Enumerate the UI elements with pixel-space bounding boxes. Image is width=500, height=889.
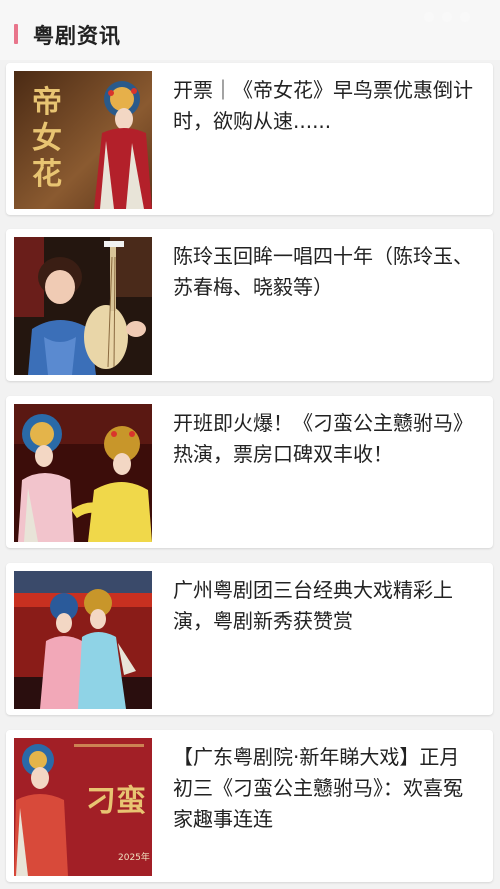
section-header: 粤剧资讯 — [0, 0, 500, 60]
news-headline: 【广东粤剧院·新年睇大戏】正月初三《刁蛮公主戆驸马》：欢喜冤家趣事连连 — [173, 745, 463, 831]
news-card[interactable]: 开班即火爆！《刁蛮公主戆驸马》热演，票房口碑双丰收！ — [6, 396, 493, 548]
news-thumbnail: 刁蛮 2025年 — [14, 738, 152, 876]
news-thumbnail: 帝女花 — [14, 71, 152, 209]
news-card[interactable]: 刁蛮 2025年 【广东粤剧院·新年睇大戏】正月初三《刁蛮公主戆驸马》：欢喜冤家… — [6, 730, 493, 882]
thumbnail-calligraphy: 帝女花 — [32, 85, 62, 192]
news-thumbnail — [14, 404, 152, 542]
status-indicator-icons — [424, 12, 470, 22]
news-headline: 广州粤剧团三台经典大戏精彩上演，粤剧新秀获赞赏 — [173, 578, 453, 633]
section-accent-bar — [14, 24, 18, 44]
thumbnail-date: 2025年 — [118, 853, 150, 863]
news-thumbnail — [14, 237, 152, 375]
news-headline: 开班即火爆！《刁蛮公主戆驸马》热演，票房口碑双丰收！ — [173, 411, 473, 466]
thumbnail-calligraphy: 刁蛮 — [86, 784, 146, 819]
news-thumbnail — [14, 571, 152, 709]
section-title: 粤剧资讯 — [33, 24, 121, 48]
news-card[interactable]: 陈玲玉回眸一唱四十年（陈玲玉、苏春梅、晓毅等） — [6, 229, 493, 381]
news-headline: 开票｜《帝女花》早鸟票优惠倒计时，欲购从速...... — [173, 78, 473, 133]
news-card[interactable]: 帝女花 开票｜《帝女花》早鸟票优惠倒计时，欲购从速...... — [6, 63, 493, 215]
news-headline: 陈玲玉回眸一唱四十年（陈玲玉、苏春梅、晓毅等） — [173, 244, 473, 299]
news-card[interactable]: 广州粤剧团三台经典大戏精彩上演，粤剧新秀获赞赏 — [6, 563, 493, 715]
